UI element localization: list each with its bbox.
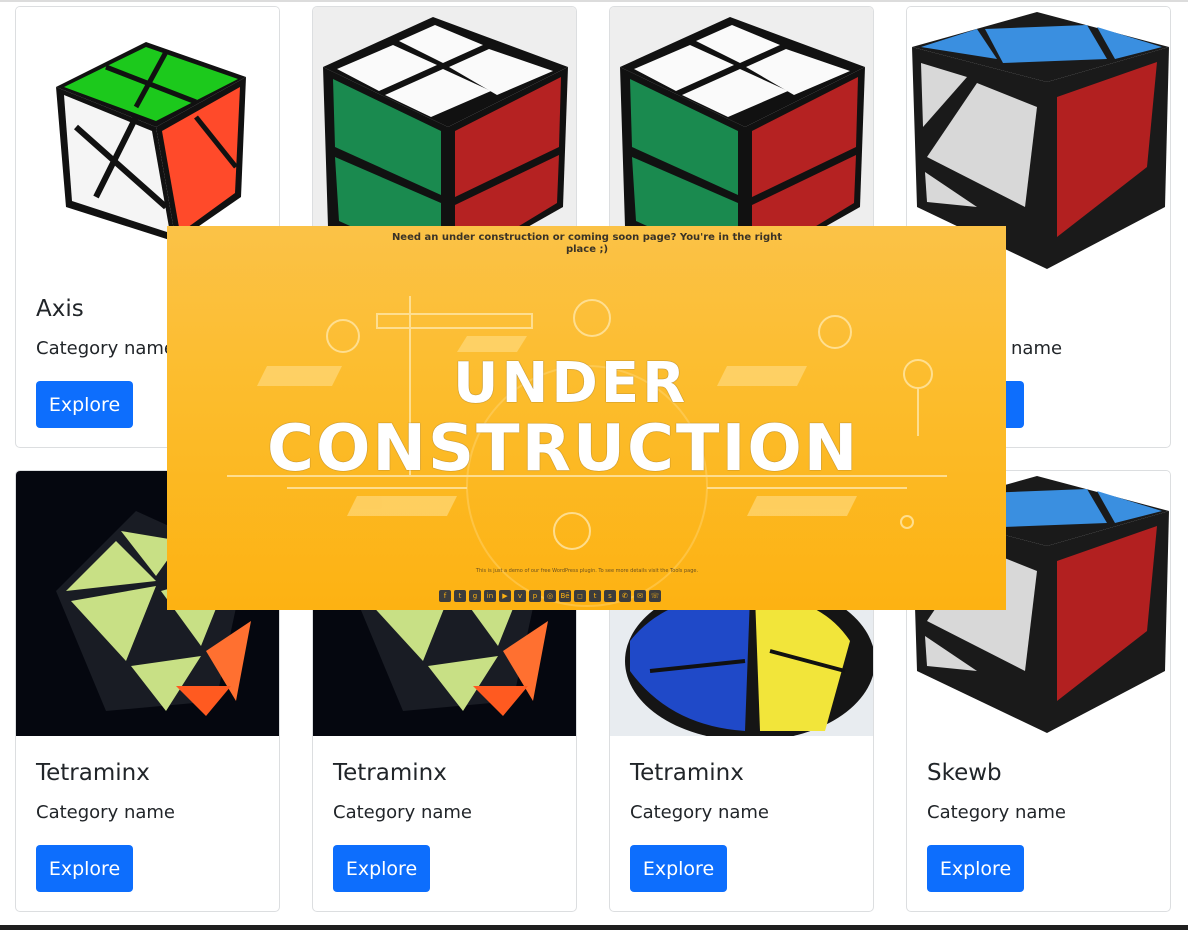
explore-button[interactable]: Explore [36,845,133,892]
demo-note: This is just a demo of our free WordPres… [475,568,699,574]
behance-icon[interactable]: Bē [559,590,571,602]
card-category: Category name [927,802,1066,823]
card-title: Tetraminx [333,760,447,786]
dribbble-icon[interactable]: ◎ [544,590,556,602]
linkedin-icon[interactable]: in [484,590,496,602]
social-icons: f t g in ▶ v p ◎ Bē ◻ t s ✆ ✉ ☏ [439,590,661,603]
under-construction-overlay: Need an under construction or coming soo… [167,226,1006,610]
card-category: Category name [36,338,175,359]
card-category: Category name [333,802,472,823]
youtube-icon[interactable]: ▶ [499,590,511,602]
instagram-icon[interactable]: ◻ [574,590,586,602]
card-category: Category name [630,802,769,823]
card-title: Skewb [927,760,1002,786]
vimeo-icon[interactable]: v [514,590,526,602]
under-heading: UNDER [453,351,689,416]
card-title: Tetraminx [630,760,744,786]
skype-icon[interactable]: s [604,590,616,602]
facebook-icon[interactable]: f [439,590,451,602]
bottom-divider [0,925,1188,930]
explore-button[interactable]: Explore [36,381,133,428]
explore-button[interactable]: Explore [927,845,1024,892]
card-title: Axis [36,296,84,322]
twitter-icon[interactable]: t [454,590,466,602]
card-title: Tetraminx [36,760,150,786]
explore-button[interactable]: Explore [630,845,727,892]
card-category: name [1011,338,1063,359]
top-divider [0,0,1188,2]
card-category: Category name [36,802,175,823]
tumblr-icon[interactable]: t [589,590,601,602]
phone-icon[interactable]: ☏ [649,590,661,602]
pinterest-icon[interactable]: p [529,590,541,602]
construction-heading: CONSTRUCTION [267,412,860,486]
google-plus-icon[interactable]: g [469,590,481,602]
whatsapp-icon[interactable]: ✆ [619,590,631,602]
email-icon[interactable]: ✉ [634,590,646,602]
overlay-headline: Need an under construction or coming soo… [391,232,783,255]
explore-button[interactable]: Explore [333,845,430,892]
